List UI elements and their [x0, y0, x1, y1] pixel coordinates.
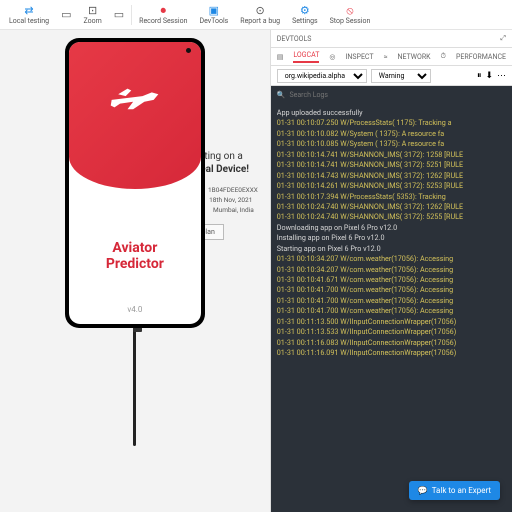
expand-icon[interactable]: ⤢: [500, 34, 506, 43]
log-line: 01-31 00:10:07.250 W/ProcessStats( 1175)…: [277, 118, 506, 128]
network-icon: ≈: [384, 53, 388, 61]
tab-network[interactable]: NETWORK: [398, 53, 431, 61]
app-title: AviatorPredictor: [69, 241, 201, 272]
log-line: Starting app on Pixel 6 Pro v12.0: [277, 244, 506, 254]
minus-icon: ▭: [61, 9, 71, 20]
log-line: 01-31 00:10:24.740 W/SHANNON_IMS( 3172):…: [277, 212, 506, 222]
zoom-icon: ⊡: [88, 5, 97, 16]
chat-icon: 💬: [418, 486, 428, 495]
phone-frame: AviatorPredictor v4.0: [65, 38, 205, 328]
zoom-label: Zoom: [83, 17, 101, 25]
airplane-icon: [107, 78, 163, 118]
more-icon[interactable]: ⋯: [497, 71, 506, 81]
top-toolbar: ⇄Local testing ▭ ⊡Zoom ▭ ⏺Record Session…: [0, 0, 512, 30]
main-area: AviatorPredictor v4.0 You are testing on…: [0, 30, 512, 512]
log-line: 01-31 00:10:14.741 W/SHANNON_IMS( 3172):…: [277, 150, 506, 160]
log-line: 01-31 00:10:14.743 W/SHANNON_IMS( 3172):…: [277, 171, 506, 181]
log-line: 01-31 00:10:24.740 W/SHANNON_IMS( 3172):…: [277, 202, 506, 212]
search-input[interactable]: [289, 91, 506, 99]
log-line: 01-31 00:11:16.091 W/IInputConnectionWra…: [277, 348, 506, 358]
stop-label: Stop Session: [330, 17, 371, 25]
devtools-panel: DEVTOOLS ⤢ ▤ LOGCAT ◎ INSPECT ≈ NETWORK …: [270, 30, 512, 512]
stop-icon: ⦸: [346, 5, 353, 16]
gear-icon: ⚙: [300, 5, 310, 16]
log-line: 01-31 00:10:41.700 W/com.weather(17056):…: [277, 306, 506, 316]
record-label: Record Session: [139, 17, 187, 25]
settings-button[interactable]: ⚙Settings: [287, 1, 323, 29]
log-line: 01-31 00:10:17.394 W/ProcessStats( 5353)…: [277, 192, 506, 202]
divider: [131, 5, 132, 25]
record-icon: ⏺: [161, 5, 167, 16]
package-filter[interactable]: org.wikipedia.alpha: [277, 69, 367, 83]
level-filter[interactable]: Warning: [371, 69, 431, 83]
log-line: 01-31 00:10:10.082 W/System ( 1375): A r…: [277, 129, 506, 139]
settings-label: Settings: [292, 17, 318, 25]
log-line: Installing app on Pixel 6 Pro v12.0: [277, 233, 506, 243]
perf-icon: ⏱: [441, 52, 446, 61]
devtools-header: DEVTOOLS ⤢: [271, 30, 512, 48]
log-line: 01-31 00:10:14.741 W/SHANNON_IMS( 3172):…: [277, 160, 506, 170]
plus-icon: ▭: [114, 9, 124, 20]
search-icon: 🔍: [277, 91, 286, 99]
talk-to-expert-button[interactable]: 💬 Talk to an Expert: [409, 481, 500, 500]
log-line: 01-31 00:11:13.533 W/IInputConnectionWra…: [277, 327, 506, 337]
shuffle-icon: ⇄: [24, 5, 33, 16]
devtools-icon: ▣: [209, 5, 219, 16]
log-line: 01-31 00:10:14.261 W/SHANNON_IMS( 3172):…: [277, 181, 506, 191]
log-line: 01-31 00:10:41.700 W/com.weather(17056):…: [277, 285, 506, 295]
devtools-label: DevTools: [199, 17, 228, 25]
zoom-button[interactable]: ⊡Zoom: [78, 1, 106, 29]
stop-button[interactable]: ⦸Stop Session: [325, 1, 376, 29]
tab-inspect[interactable]: INSPECT: [345, 53, 373, 61]
log-line: 01-31 00:10:10.085 W/System ( 1375): A r…: [277, 139, 506, 149]
bug-label: Report a bug: [240, 17, 280, 25]
filter-bar: org.wikipedia.alpha Warning ⏸ ⬇ ⋯: [271, 66, 512, 86]
inspect-icon: ◎: [329, 53, 335, 61]
logcat-icon: ▤: [277, 53, 284, 61]
camera-hole: [186, 48, 191, 53]
local-testing-label: Local testing: [9, 17, 49, 25]
log-search[interactable]: 🔍: [271, 86, 512, 104]
bug-icon: ⊙: [256, 5, 265, 16]
minus-button[interactable]: ▭: [56, 1, 76, 29]
log-line: 01-31 00:10:34.207 W/com.weather(17056):…: [277, 254, 506, 264]
local-testing-button[interactable]: ⇄Local testing: [4, 1, 54, 29]
devtools-title: DEVTOOLS: [277, 35, 312, 43]
log-line: Downloading app on Pixel 6 Pro v12.0: [277, 223, 506, 233]
tab-logcat[interactable]: LOGCAT: [293, 51, 319, 63]
record-button[interactable]: ⏺Record Session: [134, 1, 192, 29]
log-line: 01-31 00:10:34.207 W/com.weather(17056):…: [277, 265, 506, 275]
tab-performance[interactable]: PERFORMANCE: [456, 53, 506, 61]
bug-button[interactable]: ⊙Report a bug: [235, 1, 285, 29]
device-panel: AviatorPredictor v4.0 You are testing on…: [0, 30, 270, 512]
devtools-button[interactable]: ▣DevTools: [194, 1, 233, 29]
devtools-tabs: ▤ LOGCAT ◎ INSPECT ≈ NETWORK ⏱ PERFORMAN…: [271, 48, 512, 66]
usb-cable: [133, 326, 136, 446]
app-version: v4.0: [69, 305, 201, 314]
logcat-output[interactable]: App uploaded successfully01-31 00:10:07.…: [271, 104, 512, 512]
log-line: 01-31 00:10:41.671 W/com.weather(17056):…: [277, 275, 506, 285]
download-icon[interactable]: ⬇: [485, 71, 493, 81]
app-hero: [69, 42, 201, 189]
phone-screen[interactable]: AviatorPredictor v4.0: [69, 42, 201, 324]
plus-button[interactable]: ▭: [109, 1, 129, 29]
log-line: App uploaded successfully: [277, 108, 506, 118]
log-line: 01-31 00:10:41.700 W/com.weather(17056):…: [277, 296, 506, 306]
log-line: 01-31 00:11:16.083 W/IInputConnectionWra…: [277, 338, 506, 348]
expert-label: Talk to an Expert: [432, 486, 491, 495]
log-line: 01-31 00:11:13.500 W/IInputConnectionWra…: [277, 317, 506, 327]
pause-icon[interactable]: ⏸: [477, 71, 482, 81]
